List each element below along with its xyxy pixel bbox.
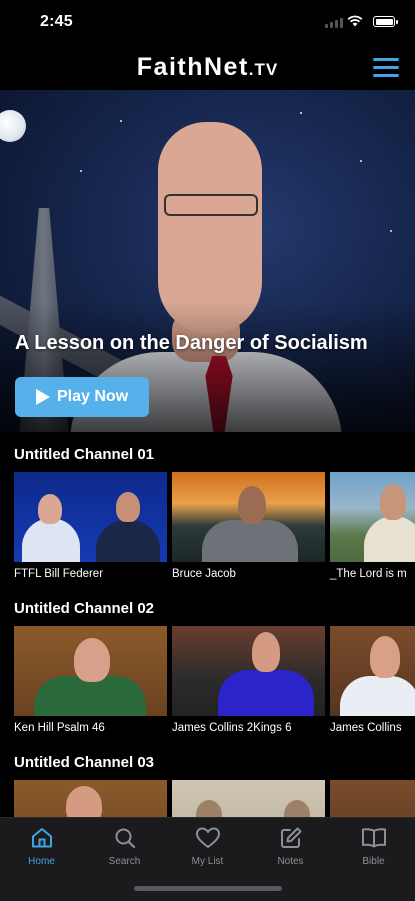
home-indicator[interactable] bbox=[134, 886, 282, 891]
play-now-button[interactable]: Play Now bbox=[15, 377, 149, 417]
note-edit-icon bbox=[280, 827, 301, 848]
tab-notes[interactable]: Notes bbox=[249, 826, 332, 876]
video-card[interactable]: Bruce Jacob bbox=[172, 472, 325, 580]
channel-title: Untitled Channel 03 bbox=[14, 754, 155, 771]
video-caption: _The Lord is m bbox=[330, 568, 407, 580]
home-icon bbox=[31, 828, 52, 848]
channel-row: FTFL Bill Federer Bruce Jacob _The Lord … bbox=[14, 472, 415, 592]
tab-my-list[interactable]: My List bbox=[166, 826, 249, 876]
app-logo: FaithNet.TV bbox=[136, 53, 279, 81]
video-card[interactable]: FTFL Bill Federer bbox=[14, 472, 167, 580]
app-header: FaithNet.TV bbox=[0, 44, 415, 90]
tab-search[interactable]: Search bbox=[83, 826, 166, 876]
channel-title: Untitled Channel 01 bbox=[14, 446, 155, 463]
video-card[interactable]: Ken Hill Psalm 46 bbox=[14, 626, 167, 734]
video-card[interactable]: James Collins 2Kings 6 bbox=[172, 626, 325, 734]
video-card[interactable] bbox=[330, 780, 415, 817]
hero-title: A Lesson on the Danger of Socialism bbox=[15, 332, 368, 354]
featured-hero[interactable]: A Lesson on the Danger of Socialism Play… bbox=[0, 90, 415, 432]
cellular-signal-icon bbox=[325, 18, 347, 28]
video-caption: FTFL Bill Federer bbox=[14, 568, 104, 580]
heart-icon bbox=[195, 827, 220, 848]
video-card[interactable]: _The Lord is m bbox=[330, 472, 415, 580]
video-caption: Ken Hill Psalm 46 bbox=[14, 722, 105, 734]
moon-image bbox=[0, 110, 26, 142]
status-bar: 2:45 bbox=[0, 0, 415, 44]
battery-icon bbox=[373, 16, 398, 27]
wifi-icon bbox=[347, 15, 363, 27]
channel-title: Untitled Channel 02 bbox=[14, 600, 155, 617]
channel-row bbox=[14, 780, 415, 817]
tab-home[interactable]: Home bbox=[0, 826, 83, 876]
video-caption: James Collins bbox=[330, 722, 402, 734]
search-icon bbox=[115, 828, 135, 849]
video-caption: James Collins 2Kings 6 bbox=[172, 722, 292, 734]
channel-row: Ken Hill Psalm 46 James Collins 2Kings 6… bbox=[14, 626, 415, 746]
video-card[interactable]: James Collins bbox=[330, 626, 415, 734]
video-card[interactable] bbox=[172, 780, 325, 817]
video-caption: Bruce Jacob bbox=[172, 568, 236, 580]
tab-bible[interactable]: Bible bbox=[332, 826, 415, 876]
play-icon bbox=[36, 389, 50, 405]
video-card[interactable] bbox=[14, 780, 167, 817]
status-time: 2:45 bbox=[40, 13, 73, 30]
book-icon bbox=[361, 828, 386, 848]
hamburger-menu-icon[interactable] bbox=[373, 58, 399, 78]
